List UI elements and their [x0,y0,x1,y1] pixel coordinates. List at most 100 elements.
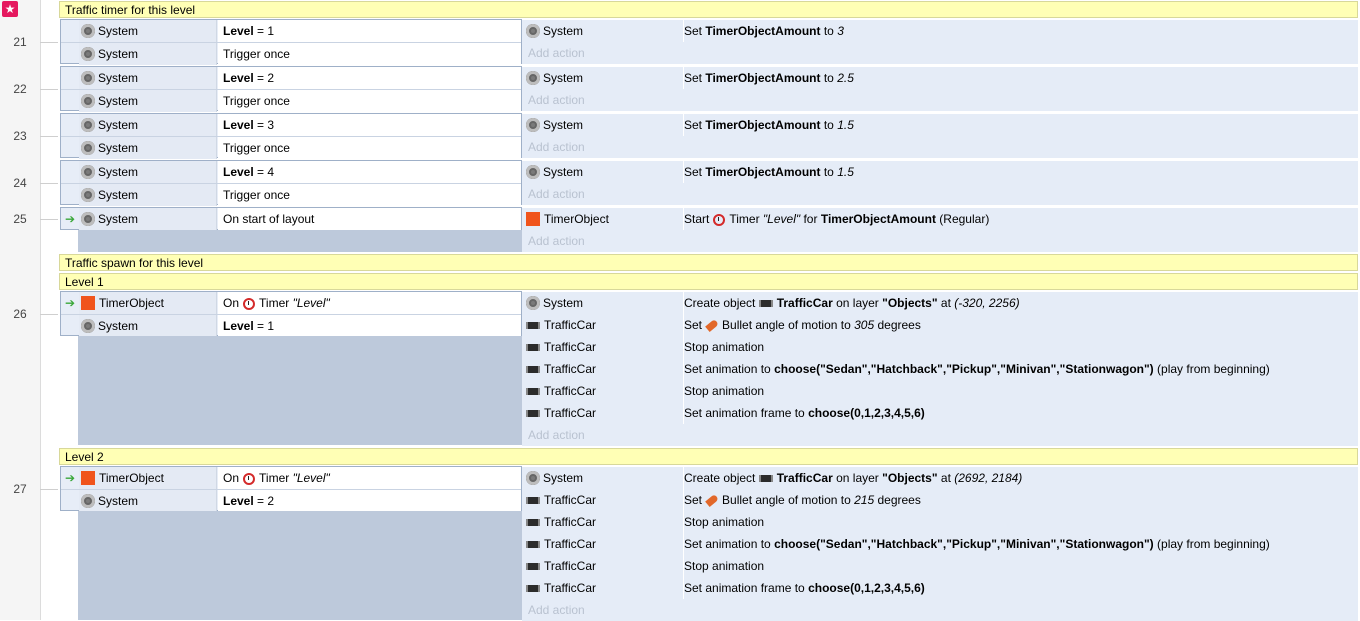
comment-level-2[interactable]: Level 2 [59,448,1358,465]
amount-value: 2.5 [837,71,854,85]
add-action-row[interactable]: Add action [522,136,1358,158]
add-action-row[interactable]: Add action [522,42,1358,64]
condition-object: System [98,212,139,226]
action-row[interactable]: TrafficCar Set animation to choose("Seda… [522,533,1358,555]
system-gear-icon [526,71,540,85]
add-action-link[interactable]: Add action [528,42,585,64]
condition-row[interactable]: ➔ TimerObject On Timer "Level" [61,467,521,489]
action-object: System [543,471,584,485]
add-action-link[interactable]: Add action [528,424,585,446]
condition-row[interactable]: System Level = 1 [61,20,521,42]
action-object: TrafficCar [544,406,597,420]
condition-row[interactable]: System Trigger once [61,136,521,159]
comment-traffic-spawn[interactable]: Traffic spawn for this level [59,254,1358,271]
system-gear-icon [81,47,95,61]
action-row[interactable]: TrafficCar Stop animation [522,555,1358,577]
condition-row[interactable]: System Level = 1 [61,314,521,337]
animation-expression: choose("Sedan","Hatchback","Pickup","Min… [774,537,1154,551]
condition-object: System [98,118,139,132]
action-object: TrafficCar [544,581,597,595]
equals-sign: = [257,71,268,85]
equals-sign: = [257,118,268,132]
animation-expression: choose("Sedan","Hatchback","Pickup","Min… [774,362,1154,376]
event-23-conditions[interactable]: System Level = 3 System Trigger once [60,113,522,159]
event-25-conditions[interactable]: ➔ System On start of layout [60,207,522,230]
stop-animation-text: Stop animation [683,380,764,402]
level-value: 2 [267,71,275,85]
action-verb: Set [684,71,703,85]
action-row[interactable]: TrafficCar Set Bullet angle of motion to … [522,314,1358,336]
action-row[interactable]: System Set TimerObjectAmount to 3 [522,20,1358,42]
add-action-link[interactable]: Add action [528,230,585,252]
condition-row[interactable]: System Trigger once [61,183,521,206]
action-row[interactable]: System Set TimerObjectAmount to 2.5 [522,67,1358,89]
action-row[interactable]: TrafficCar Stop animation [522,380,1358,402]
add-action-row[interactable]: Add action [522,424,1358,446]
level-value: 1 [267,24,275,38]
variable-name: TimerObjectAmount [705,118,821,132]
add-action-row[interactable]: Add action [522,183,1358,205]
add-action-row[interactable]: Add action [522,230,1358,252]
condition-row[interactable]: System Level = 2 [61,67,521,89]
action-row[interactable]: System Create object TrafficCar on layer… [522,292,1358,314]
condition-row[interactable]: System Level = 2 [61,489,521,512]
condition-object: System [98,188,139,202]
action-verb: Set [684,493,703,507]
action-row[interactable]: TrafficCar Stop animation [522,511,1358,533]
event-26-conditions[interactable]: ➔ TimerObject On Timer "Level" System Lev… [60,291,522,337]
add-action-link[interactable]: Add action [528,183,585,205]
action-row[interactable]: TrafficCar Set animation to choose("Seda… [522,358,1358,380]
condition-row[interactable]: ➔ System On start of layout [61,208,521,230]
event-24-conditions[interactable]: System Level = 4 System Trigger once [60,160,522,206]
action-row[interactable]: TrafficCar Set animation frame to choose… [522,402,1358,424]
add-action-row[interactable]: Add action [522,599,1358,621]
system-gear-icon [526,118,540,132]
angle-value: 215 [854,493,875,507]
condition-row[interactable]: System Trigger once [61,89,521,112]
system-gear-icon [81,94,95,108]
condition-row[interactable]: System Trigger once [61,42,521,65]
condition-row[interactable]: ➔ TimerObject On Timer "Level" [61,292,521,314]
condition-object: TimerObject [99,471,164,485]
event-26-empty-area [78,336,522,445]
event-25-empty-area [78,230,522,252]
action-row[interactable]: System Set TimerObjectAmount to 1.5 [522,161,1358,183]
event-number: 26 [13,307,27,321]
frame-expression: choose(0,1,2,3,4,5,6) [808,406,925,420]
bookmark-star-icon[interactable]: ★ [2,1,18,17]
frame-expression: choose(0,1,2,3,4,5,6) [808,581,925,595]
add-action-link[interactable]: Add action [528,136,585,158]
condition-object: TimerObject [99,296,164,310]
system-gear-icon [526,165,540,179]
trafficcar-icon [526,497,540,504]
condition-object: System [98,319,139,333]
play-mode: (play from beginning) [1157,537,1270,551]
trafficcar-icon [526,322,540,329]
action-row[interactable]: TrafficCar Stop animation [522,336,1358,358]
system-gear-icon [526,471,540,485]
action-row[interactable]: System Set TimerObjectAmount to 1.5 [522,114,1358,136]
level-variable: Level [223,494,254,508]
action-row[interactable]: System Create object TrafficCar on layer… [522,467,1358,489]
add-action-link[interactable]: Add action [528,89,585,111]
action-row[interactable]: TrafficCar Set animation frame to choose… [522,577,1358,599]
event-27-conditions[interactable]: ➔ TimerObject On Timer "Level" System Lev… [60,466,522,512]
event-number: 22 [13,82,27,96]
comment-level-1[interactable]: Level 1 [59,273,1358,290]
event-number: 23 [13,129,27,143]
trafficcar-icon [526,388,540,395]
action-row[interactable]: TrafficCar Set Bullet angle of motion to … [522,489,1358,511]
condition-row[interactable]: System Level = 3 [61,114,521,136]
event-22-conditions[interactable]: System Level = 2 System Trigger once [60,66,522,112]
comment-traffic-timer[interactable]: Traffic timer for this level [59,1,1358,18]
condition-row[interactable]: System Level = 4 [61,161,521,183]
system-gear-icon [81,212,95,226]
on-start-text: On start of layout [218,208,521,230]
trafficcar-icon [758,475,773,482]
timer-clock-icon [243,298,256,310]
action-row[interactable]: TimerObject Start Timer "Level" for Timer… [522,208,1358,230]
add-action-row[interactable]: Add action [522,89,1358,111]
action-verb: Create object [684,471,756,485]
add-action-link[interactable]: Add action [528,599,585,621]
event-21-conditions[interactable]: System Level = 1 System Trigger once [60,19,522,65]
